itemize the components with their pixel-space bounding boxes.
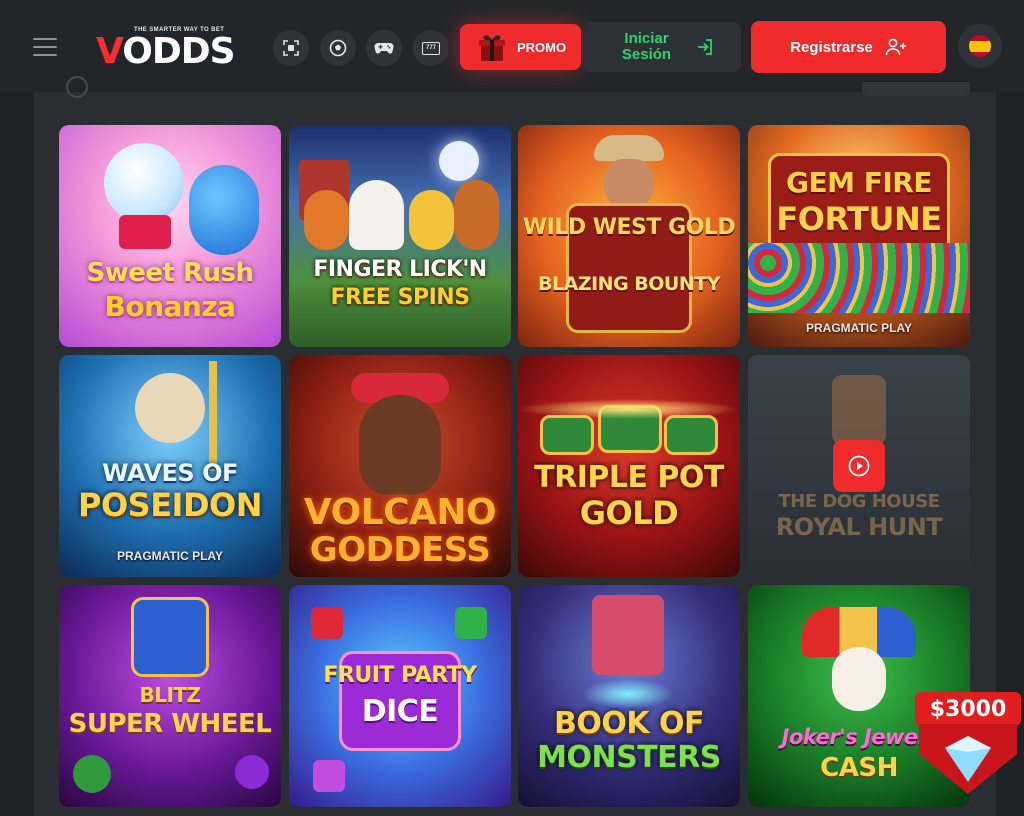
soccer-ball-icon[interactable]: [320, 30, 356, 66]
section-icon: [66, 76, 88, 98]
game-title-line1: THE DOG HOUSE: [778, 491, 940, 512]
chick-icon: [409, 190, 454, 250]
chicken-icon: [349, 180, 404, 250]
gumball-machine-icon: [104, 143, 184, 223]
game-provider: PRAGMATIC PLAY: [116, 549, 223, 563]
game-tile-waves-of-poseidon[interactable]: WAVES OF POSEIDON PRAGMATIC PLAY: [59, 355, 281, 577]
game-title-line2: SUPER WHEEL: [68, 709, 272, 739]
menu-icon[interactable]: [33, 38, 57, 56]
game-tile-book-of-monsters[interactable]: BOOK OF MONSTERS: [518, 585, 740, 807]
game-title-line1: WILD WEST GOLD: [522, 215, 736, 240]
red-dice-icon: [311, 607, 343, 639]
promo-button[interactable]: PROMO: [460, 24, 581, 70]
game-title-line1: FINGER LICK'N: [313, 257, 487, 282]
monster-book-icon: [592, 595, 664, 675]
add-user-icon: [885, 38, 906, 56]
gamepad-icon[interactable]: [366, 30, 402, 66]
game-title-line2: DICE: [361, 694, 439, 729]
game-title-line2: FREE SPINS: [330, 285, 470, 310]
trident-icon: [209, 361, 217, 471]
game-tile-wild-west-gold-blazing-bounty[interactable]: WILD WEST GOLD BLAZING BOUNTY: [518, 125, 740, 347]
play-button[interactable]: [833, 440, 885, 492]
sheriff-face-icon: [604, 159, 654, 207]
game-title-line1: WAVES OF: [102, 459, 238, 487]
game-title-line2: GODDESS: [309, 530, 491, 570]
game-tile-gem-fire-fortune[interactable]: GEM FIRE FORTUNE PRAGMATIC PLAY: [748, 125, 970, 347]
login-label: Iniciar Sesión: [621, 30, 672, 63]
scan-icon[interactable]: [273, 30, 309, 66]
green-dice-icon: [455, 607, 487, 639]
pot-green-icon: [540, 415, 594, 455]
game-title-line2: MONSTERS: [537, 740, 721, 775]
game-tile-blitz-super-wheel[interactable]: BLITZ SUPER WHEEL: [59, 585, 281, 807]
register-button[interactable]: Registrarse: [751, 21, 946, 73]
lightning-shield-icon: [131, 597, 209, 677]
slot-777-icon[interactable]: 777: [413, 30, 449, 66]
goddess-icon: [359, 395, 441, 495]
game-title-line2: BLAZING BOUNTY: [538, 273, 720, 295]
game-title-line1: BLITZ: [139, 683, 201, 707]
game-title-line1: GEM FIRE: [786, 166, 932, 199]
diamond-shield-icon: [919, 724, 1017, 794]
game-title-line1: TRIPLE POT: [534, 460, 724, 495]
game-title-line1: Sweet Rush: [86, 258, 254, 288]
watermelon-icon: [73, 755, 111, 793]
jackpot-amount: $3000: [915, 692, 1021, 726]
brand-logo[interactable]: THE SMARTER WAY TO BET VODDS: [96, 22, 236, 74]
moon-icon: [439, 141, 479, 181]
game-tile-sweet-rush-bonanza[interactable]: Sweet Rush Bonanza: [59, 125, 281, 347]
joker-face-icon: [832, 647, 886, 711]
cowboy-hat-icon: [594, 135, 664, 161]
grapes-icon: [235, 755, 269, 789]
view-all-button[interactable]: [862, 82, 970, 96]
login-button[interactable]: Iniciar Sesión: [584, 22, 741, 72]
game-tile-the-dog-house-royal-hunt[interactable]: THE DOG HOUSE ROYAL HUNT: [748, 355, 970, 577]
spain-flag-icon: [969, 35, 991, 57]
purple-dice-icon: [313, 760, 345, 792]
gems-pile-icon: [748, 243, 970, 313]
game-tile-fruit-party-dice[interactable]: FRUIT PARTY DICE: [289, 585, 511, 807]
top-header: THE SMARTER WAY TO BET VODDS 777 PROMO I…: [0, 0, 1024, 92]
game-tile-finger-lickn-free-spins[interactable]: FINGER LICK'N FREE SPINS: [289, 125, 511, 347]
fox-icon: [304, 190, 349, 250]
game-title-line1: VOLCANO: [303, 492, 497, 533]
game-title-line1: FRUIT PARTY: [323, 663, 477, 688]
game-tile-triple-pot-gold[interactable]: TRIPLE POT GOLD: [518, 355, 740, 577]
gummy-bear-icon: [189, 165, 259, 255]
slot-777-label: 777: [422, 41, 440, 55]
brand-wordmark: VODDS: [96, 31, 236, 72]
gift-icon: [478, 35, 505, 61]
poseidon-icon: [135, 373, 205, 443]
login-icon: [697, 39, 712, 55]
game-title-line2: ROYAL HUNT: [775, 513, 943, 541]
game-title-line2: GOLD: [579, 494, 679, 532]
game-title-line2: Bonanza: [104, 290, 236, 323]
jackpot-badge[interactable]: $3000: [915, 692, 1021, 796]
rooster-icon: [454, 180, 499, 250]
game-provider: PRAGMATIC PLAY: [805, 321, 912, 335]
game-title-line2: POSEIDON: [77, 486, 263, 524]
game-tile-volcano-goddess[interactable]: VOLCANO GODDESS: [289, 355, 511, 577]
play-icon: [848, 455, 870, 477]
language-selector[interactable]: [958, 24, 1002, 68]
dog-icon: [832, 375, 886, 445]
promo-label: PROMO: [516, 39, 567, 55]
game-title-line1: BOOK OF: [553, 706, 705, 741]
register-label: Registrarse: [790, 38, 873, 56]
game-title-line2: FORTUNE: [776, 200, 942, 238]
pot-right-icon: [664, 415, 718, 455]
